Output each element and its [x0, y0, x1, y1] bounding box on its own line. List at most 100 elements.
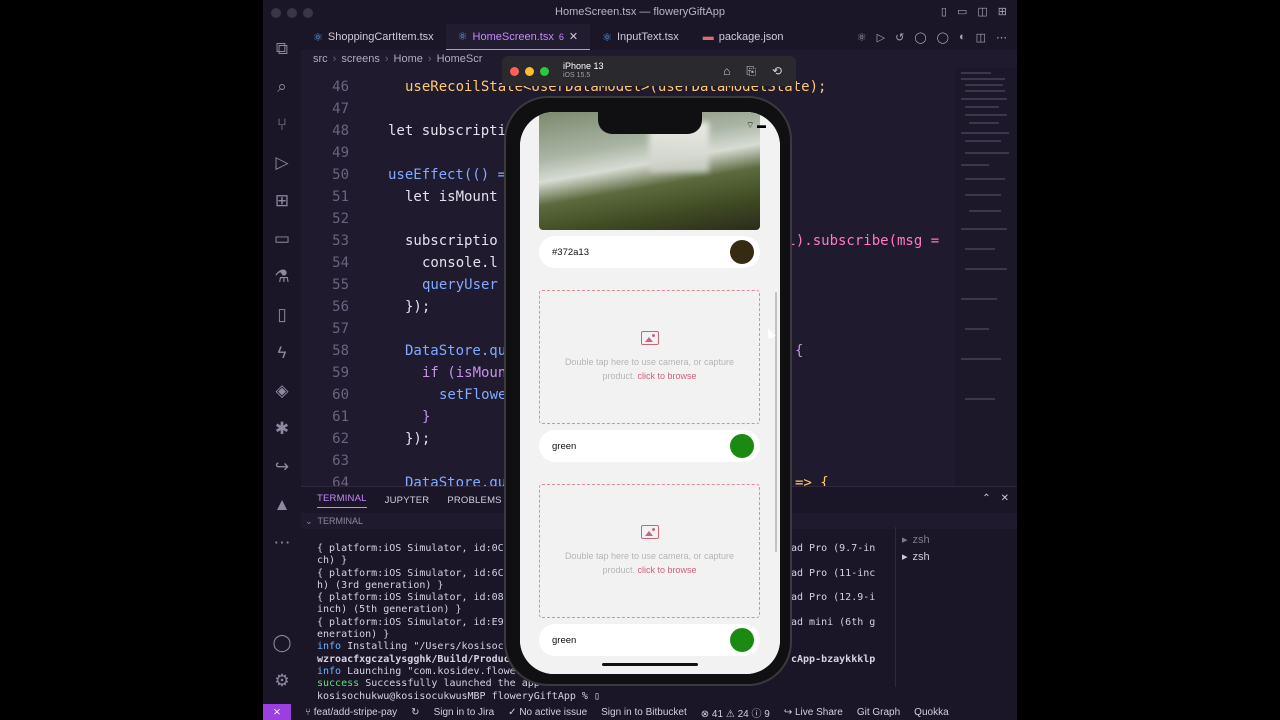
image-upload-area[interactable]: Double tap here to use camera, or captur…	[539, 290, 760, 424]
code-line: let subscripti	[388, 123, 507, 139]
problems-status[interactable]: ⊗ 41 ⚠ 24 ⓘ 9	[701, 705, 770, 720]
bitbucket-status[interactable]: Sign in to Bitbucket	[601, 707, 687, 718]
window-controls[interactable]	[271, 8, 313, 18]
maximize-panel-icon[interactable]: ⌃	[982, 493, 990, 504]
home-icon[interactable]: ⌂	[723, 64, 730, 79]
line-number: 46	[332, 79, 349, 95]
image-upload-area[interactable]: Double tap here to use camera, or captur…	[539, 484, 760, 618]
browse-link[interactable]: click to browse	[638, 565, 697, 575]
color-value: green	[552, 440, 577, 452]
manage-gear-icon[interactable]: ⚙	[263, 662, 301, 700]
info-label: info	[317, 665, 342, 677]
branch-status[interactable]: ⑂ feat/add-stripe-pay	[305, 707, 397, 718]
tab-inputtext[interactable]: ⚛ InputText.tsx	[590, 24, 691, 50]
circle-icon[interactable]: ◯	[914, 31, 926, 44]
color-field[interactable]: green	[539, 624, 760, 656]
terminal-line: Installing "/Users/kosisochuk	[347, 641, 522, 653]
tab-terminal[interactable]: TERMINAL	[317, 493, 367, 508]
terminal-list: ▸ zsh ▸ zsh	[895, 527, 1017, 687]
color-field[interactable]: #372a13	[539, 236, 760, 268]
tsx-icon: ⚛	[602, 31, 612, 44]
breadcrumb-item[interactable]: Home	[394, 53, 423, 65]
close-dot[interactable]	[510, 66, 519, 76]
live-share-status[interactable]: ↪ Live Share	[784, 707, 843, 718]
zoom-dot[interactable]	[540, 66, 549, 76]
app-content: #372a13 Double tap here to use camera, o…	[520, 112, 780, 674]
tab-shoppingcartitem[interactable]: ⚛ ShoppingCartItem.tsx	[301, 24, 446, 50]
git-lens-icon[interactable]: ◐	[959, 31, 966, 44]
testing-icon[interactable]: ⚗	[263, 258, 301, 296]
quokka-status[interactable]: Quokka	[914, 707, 948, 718]
line-number: 54	[332, 255, 349, 271]
status-bar: ⨯ ⑂ feat/add-stripe-pay ↻ Sign in to Jir…	[263, 704, 1017, 720]
code-line: queryUser	[422, 277, 498, 293]
more-actions-icon[interactable]: ⋯	[996, 31, 1007, 44]
run-icon[interactable]: ▷	[877, 31, 885, 44]
react-icon[interactable]: ⚛	[857, 31, 867, 44]
line-number: 60	[332, 387, 349, 403]
window-title: HomeScreen.tsx — floweryGiftApp	[555, 6, 725, 18]
notch	[598, 112, 702, 134]
revert-icon[interactable]: ↺	[895, 31, 904, 44]
circle-icon[interactable]: ◯	[937, 31, 949, 44]
chevron-down-icon: ⌄	[305, 515, 313, 526]
activity-bar: ⧉ ⌕ ⑂ ▷ ⊞ ▭ ⚗ ▯ ϟ ◈ ✱ ↪ ▲ ⋯ ◯ ⚙	[263, 24, 301, 704]
line-number: 53	[332, 233, 349, 249]
account-icon[interactable]: ◯	[263, 624, 301, 662]
screenshot-icon[interactable]: ⎘	[746, 64, 756, 79]
git-graph-status[interactable]: Git Graph	[857, 707, 900, 718]
close-icon[interactable]: ✕	[569, 30, 578, 43]
info-label: info	[317, 641, 342, 653]
shell-item[interactable]: ▸ zsh	[902, 531, 1011, 548]
line-number: 58	[332, 343, 349, 359]
home-indicator[interactable]	[602, 663, 698, 666]
search-icon[interactable]: ⌕	[263, 68, 301, 106]
status-icons: ⌔ ▬	[746, 120, 766, 130]
bug-icon[interactable]: ✱	[263, 410, 301, 448]
color-field[interactable]: green	[539, 430, 760, 462]
layout-icons[interactable]: ▯ ▭ ◫ ⊞	[941, 5, 1007, 18]
minimize-dot[interactable]	[525, 66, 534, 76]
color-swatch	[730, 240, 754, 264]
docker-icon[interactable]: ◈	[263, 372, 301, 410]
live-share-icon[interactable]: ↪	[263, 448, 301, 486]
azure-icon[interactable]: ▲	[263, 486, 301, 524]
explorer-icon[interactable]: ⧉	[263, 30, 301, 68]
breadcrumb-item[interactable]: screens	[341, 53, 380, 65]
tab-homescreen[interactable]: ⚛ HomeScreen.tsx 6 ✕	[445, 24, 591, 50]
tab-jupyter[interactable]: JUPYTER	[385, 495, 430, 506]
simulator-window-controls[interactable]	[510, 66, 549, 76]
breadcrumb-item[interactable]: src	[313, 53, 328, 65]
thunder-icon[interactable]: ϟ	[263, 334, 301, 372]
editor-actions: ⚛ ▷ ↺ ◯ ◯ ◐ ◫ ⋯	[857, 31, 1017, 44]
minimap[interactable]	[955, 68, 1017, 486]
remote-explorer-icon[interactable]: ▭	[263, 220, 301, 258]
screen-root: HomeScreen.tsx — floweryGiftApp ▯ ▭ ◫ ⊞ ⧉ ⌕…	[0, 0, 1280, 720]
more-icon[interactable]: ⋯	[263, 524, 301, 562]
rotate-icon[interactable]: ⟲	[772, 64, 782, 79]
iphone-simulator: ⌔ ▬ #372a13 Double tap here to use camer…	[504, 96, 792, 686]
split-editor-icon[interactable]: ◫	[976, 31, 986, 44]
close-panel-icon[interactable]: ✕	[1001, 493, 1009, 504]
scroll-indicator[interactable]	[775, 292, 777, 552]
shell-item[interactable]: ▸ zsh	[902, 548, 1011, 565]
remote-icon[interactable]: ⨯	[263, 704, 291, 720]
source-control-icon[interactable]: ⑂	[263, 106, 301, 144]
code-line: setFlowe	[439, 387, 507, 403]
bookmarks-icon[interactable]: ▯	[263, 296, 301, 334]
tab-packagejson[interactable]: ▬ package.json	[691, 24, 796, 50]
breadcrumb-item[interactable]: HomeScr	[437, 53, 483, 65]
line-number: 57	[332, 321, 349, 337]
terminal-line: Launching "com.kosidev.flowery	[347, 665, 528, 677]
app-screen[interactable]: ⌔ ▬ #372a13 Double tap here to use camer…	[520, 112, 780, 674]
image-icon	[640, 525, 659, 539]
extensions-icon[interactable]: ⊞	[263, 182, 301, 220]
issue-status[interactable]: ✓ No active issue	[508, 707, 587, 718]
code-line: subscriptio	[405, 233, 498, 249]
browse-link[interactable]: click to browse	[638, 371, 697, 381]
color-value: green	[552, 634, 577, 646]
run-debug-icon[interactable]: ▷	[263, 144, 301, 182]
jira-status[interactable]: Sign in to Jira	[434, 707, 495, 718]
code-line: let isMount	[405, 189, 498, 205]
sync-icon[interactable]: ↻	[411, 707, 419, 718]
